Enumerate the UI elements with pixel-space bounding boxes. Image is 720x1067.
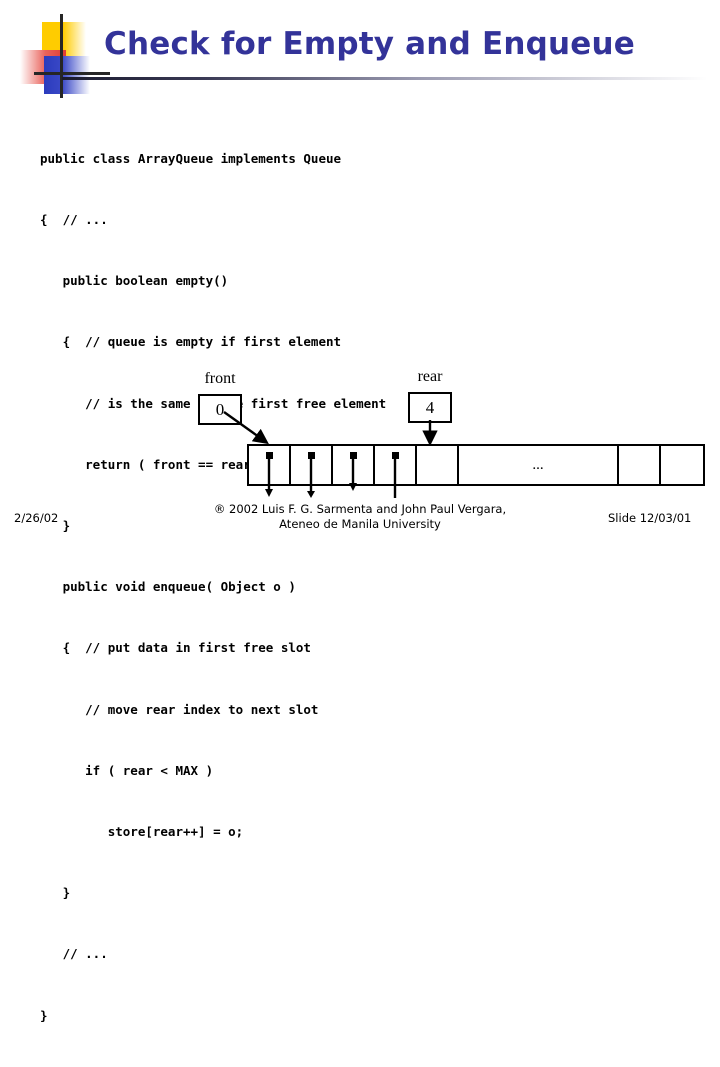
- array-diagram: ...: [247, 444, 705, 498]
- code-line: { // put data in first free slot: [40, 640, 311, 656]
- array-cell-ellipsis: ...: [459, 446, 619, 484]
- array-cell: [661, 446, 703, 484]
- title-divider-rule: [62, 77, 707, 80]
- array-cell: [291, 446, 333, 498]
- code-block: public class ArrayQueue implements Queue…: [40, 108, 386, 1067]
- code-line: public boolean empty(): [40, 273, 229, 289]
- slide-title: Check for Empty and Enqueue: [104, 26, 635, 62]
- rear-pointer-box: 4: [408, 392, 452, 423]
- rear-pointer-label: rear: [417, 368, 443, 385]
- array-cell-text: ...: [532, 456, 544, 473]
- array-cell: [249, 446, 291, 497]
- code-line: // ...: [40, 946, 108, 962]
- code-line: public class ArrayQueue implements Queue: [40, 150, 342, 166]
- code-line: if ( rear < MAX ): [40, 762, 214, 778]
- footer-copyright-line-1: ® 2002 Luis F. G. Sarmenta and John Paul…: [213, 502, 507, 516]
- code-line: store[rear++] = o;: [40, 824, 244, 840]
- footer-copyright: ® 2002 Luis F. G. Sarmenta and John Paul…: [160, 502, 560, 532]
- array-cell: [619, 446, 661, 484]
- code-line: }: [40, 1007, 48, 1023]
- slide-canvas: Check for Empty and Enqueue public class…: [0, 0, 720, 1023]
- data-pointer-icon: [392, 452, 399, 498]
- front-pointer-label: front: [204, 370, 236, 387]
- footer-copyright-line-2: Ateneo de Manila University: [279, 517, 441, 531]
- array-cell: [375, 446, 417, 498]
- code-line: public void enqueue( Object o ): [40, 579, 296, 595]
- code-line: { // ...: [40, 212, 108, 228]
- logo-vertical-line: [60, 14, 63, 98]
- footer-slide-number: Slide 12/03/01: [608, 511, 692, 525]
- code-line: }: [40, 885, 71, 901]
- logo-blue-square: [44, 56, 90, 94]
- array-cell: [333, 446, 375, 491]
- code-line: { // queue is empty if first element: [40, 334, 342, 350]
- code-line: // move rear index to next slot: [40, 701, 319, 717]
- logo-horizontal-line: [34, 72, 110, 75]
- array-cell: [417, 446, 459, 484]
- slide-logo-decoration: [18, 14, 110, 98]
- footer-date: 2/26/02: [14, 511, 59, 525]
